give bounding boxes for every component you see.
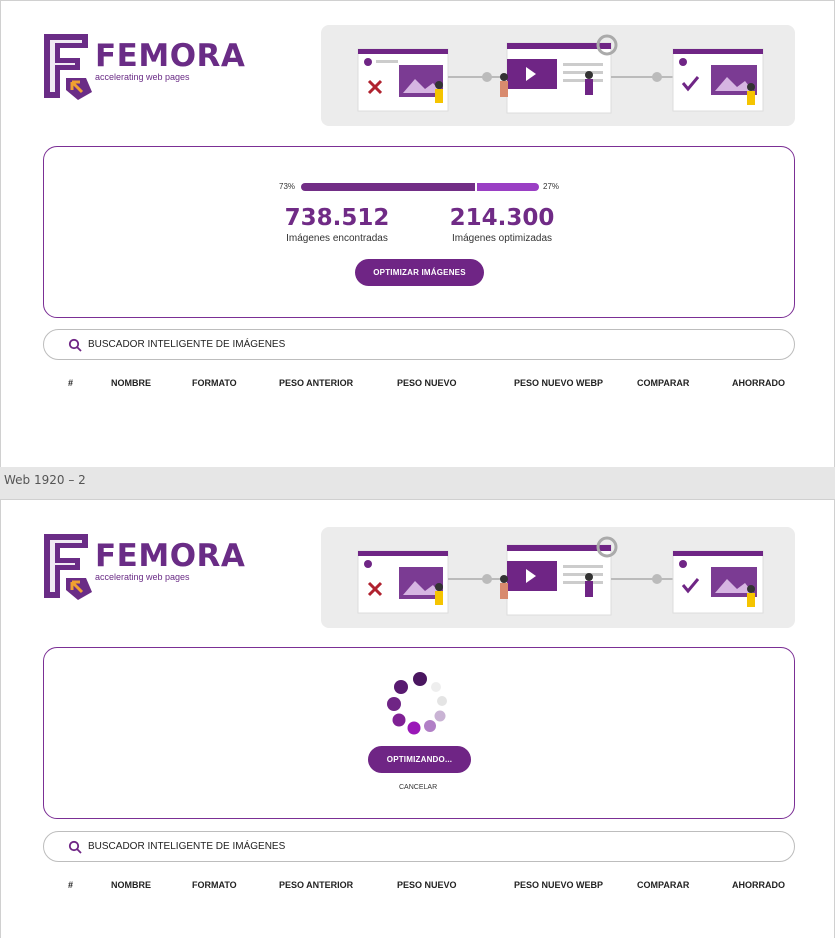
hero-illustration xyxy=(321,527,795,628)
search-bar[interactable]: BUSCADOR INTELIGENTE DE IMÁGENES xyxy=(43,329,795,360)
col-format: FORMATO xyxy=(192,378,237,388)
found-percent-label: 73% xyxy=(279,182,296,191)
col-new-weight-webp: PESO NUEVO WEBP xyxy=(514,378,604,388)
col-new-weight: PESO NUEVO xyxy=(397,378,457,388)
hero-illustration xyxy=(321,25,795,126)
col-saved: AHORRADO xyxy=(732,880,785,890)
logo-wordmark: FEMORA xyxy=(95,38,246,74)
search-input[interactable]: BUSCADOR INTELIGENTE DE IMÁGENES xyxy=(88,841,285,852)
col-format: FORMATO xyxy=(192,880,237,890)
optimized-label: Imágenes optimizadas xyxy=(451,233,553,244)
results-table-header: # NOMBRE FORMATO PESO ANTERIOR PESO NUEV… xyxy=(43,880,795,894)
col-old-weight: PESO ANTERIOR xyxy=(279,880,354,890)
found-label: Imágenes encontradas xyxy=(286,233,388,244)
femora-logo: FEMORA accelerating web pages xyxy=(42,32,246,104)
optimizing-button[interactable]: OPTIMIZANDO... xyxy=(368,746,471,773)
col-compare: COMPARAR xyxy=(637,378,690,388)
search-input[interactable]: BUSCADOR INTELIGENTE DE IMÁGENES xyxy=(88,339,285,350)
found-progress-segment xyxy=(301,183,475,191)
logo-tagline: accelerating web pages xyxy=(95,72,190,82)
loading-spinner-icon xyxy=(387,672,447,735)
col-new-weight-webp: PESO NUEVO WEBP xyxy=(514,880,604,890)
optimize-images-button[interactable]: OPTIMIZAR IMÁGENES xyxy=(355,259,484,286)
optimized-percent-label: 27% xyxy=(543,182,560,191)
stat-found: 738.512 Imágenes encontradas xyxy=(282,205,392,244)
search-bar[interactable]: BUSCADOR INTELIGENTE DE IMÁGENES xyxy=(43,831,795,862)
artboard-main: FEMORA accelerating web pages 73% 27% 73… xyxy=(0,0,835,467)
artboard-label: Web 1920 – 2 xyxy=(4,473,86,487)
femora-logo: FEMORA accelerating web pages xyxy=(42,532,246,604)
col-old-weight: PESO ANTERIOR xyxy=(279,378,354,388)
stat-optimized: 214.300 Imágenes optimizadas xyxy=(446,205,558,244)
col-index: # xyxy=(68,880,74,890)
found-count: 738.512 xyxy=(284,205,390,231)
col-compare: COMPARAR xyxy=(637,880,690,890)
col-new-weight: PESO NUEVO xyxy=(397,880,457,890)
col-name: NOMBRE xyxy=(111,378,151,388)
stats-card: 73% 27% 738.512 Imágenes encontradas 214… xyxy=(43,146,795,318)
cancel-link[interactable]: CANCELAR xyxy=(399,784,437,791)
optimized-count: 214.300 xyxy=(449,205,555,231)
logo-tagline: accelerating web pages xyxy=(95,572,190,582)
optimized-progress-segment xyxy=(477,183,539,191)
col-index: # xyxy=(68,378,74,388)
optimization-progress-bar: 73% 27% xyxy=(279,181,561,193)
femora-logo-icon xyxy=(44,534,92,600)
col-name: NOMBRE xyxy=(111,880,151,890)
col-saved: AHORRADO xyxy=(732,378,785,388)
results-table-header: # NOMBRE FORMATO PESO ANTERIOR PESO NUEV… xyxy=(43,378,795,392)
femora-logo-icon xyxy=(44,34,92,100)
search-icon xyxy=(68,338,82,352)
optimizing-card: OPTIMIZANDO... CANCELAR xyxy=(43,647,795,819)
artboard-optimizing: FEMORA accelerating web pages OPTIMIZAND… xyxy=(0,499,835,938)
logo-wordmark: FEMORA xyxy=(95,538,246,574)
search-icon xyxy=(68,840,82,854)
